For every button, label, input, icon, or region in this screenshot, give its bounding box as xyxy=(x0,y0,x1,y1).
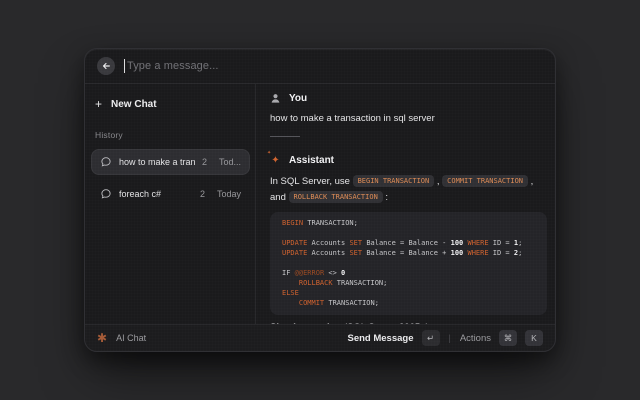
user-avatar-icon xyxy=(270,93,281,104)
statusbar-divider: | xyxy=(448,333,452,343)
history-item-title: foreach c# xyxy=(119,189,193,199)
ai-chat-window: Type a message... + New Chat History how… xyxy=(84,48,556,352)
app-logo-icon: ✱ xyxy=(97,332,107,344)
history-item-date: Tod... xyxy=(219,157,241,167)
chat-bubble-icon xyxy=(100,156,112,168)
history-item-date: Today xyxy=(217,189,241,199)
code-line: ELSE xyxy=(282,288,535,298)
assistant-label: Assistant xyxy=(289,155,334,166)
sparkle-icon: ✦✦ xyxy=(270,155,281,166)
user-label: You xyxy=(289,93,307,104)
history-item[interactable]: foreach c# 2 Today xyxy=(91,181,250,207)
inline-code-chip: ROLLBACK TRANSACTION xyxy=(289,191,383,203)
plus-icon: + xyxy=(95,98,102,110)
back-button[interactable] xyxy=(97,57,115,75)
command-key-icon: ⌘ xyxy=(499,330,517,346)
sql-code-block: BEGIN TRANSACTION; UPDATE Accounts SET B… xyxy=(270,212,547,315)
history-item-count: 2 xyxy=(202,157,207,167)
message-input-bar: Type a message... xyxy=(85,49,555,84)
status-bar: ✱ AI Chat Send Message ↵ | Actions ⌘ K xyxy=(85,324,555,351)
code-line: BEGIN TRANSACTION; xyxy=(282,218,535,228)
sidebar: + New Chat History how to make a transa.… xyxy=(85,84,256,324)
history-section-label: History xyxy=(95,130,250,140)
message-divider xyxy=(270,136,300,137)
text-caret xyxy=(124,59,125,73)
k-key-icon: K xyxy=(525,330,543,346)
code-line: ROLLBACK TRANSACTION; xyxy=(282,278,535,288)
code-line: COMMIT TRANSACTION; xyxy=(282,298,535,308)
inline-code-chip: BEGIN TRANSACTION xyxy=(353,175,435,187)
back-arrow-icon xyxy=(101,61,111,71)
history-item-count: 2 xyxy=(200,189,205,199)
user-message-header: You xyxy=(270,92,547,104)
actions-button[interactable]: Actions xyxy=(460,333,491,344)
enter-key-icon: ↵ xyxy=(422,330,440,346)
chat-transcript: You how to make a transaction in sql ser… xyxy=(256,84,555,324)
history-item[interactable]: how to make a transa... 2 Tod... xyxy=(91,149,250,175)
code-line xyxy=(282,258,535,268)
history-item-title: how to make a transa... xyxy=(119,157,195,167)
assistant-message-header: ✦✦ Assistant xyxy=(270,154,547,166)
code-line: IF @@ERROR <> 0 xyxy=(282,268,535,278)
user-message-text: how to make a transaction in sql server xyxy=(270,113,547,124)
code-line xyxy=(282,228,535,238)
new-chat-button[interactable]: + New Chat xyxy=(95,95,250,113)
code-line: UPDATE Accounts SET Balance = Balance + … xyxy=(282,248,535,258)
message-input-placeholder: Type a message... xyxy=(127,60,219,72)
chat-bubble-icon xyxy=(100,188,112,200)
assistant-intro-text: In SQL Server, use BEGIN TRANSACTION , C… xyxy=(270,174,547,206)
message-input[interactable]: Type a message... xyxy=(124,49,543,83)
inline-code-chip: COMMIT TRANSACTION xyxy=(442,175,528,187)
app-name: AI Chat xyxy=(116,333,146,343)
history-list: how to make a transa... 2 Tod... foreach c#… xyxy=(91,149,250,213)
send-message-button[interactable]: Send Message xyxy=(348,333,414,344)
code-line: UPDATE Accounts SET Balance = Balance - … xyxy=(282,238,535,248)
new-chat-label: New Chat xyxy=(111,99,157,110)
